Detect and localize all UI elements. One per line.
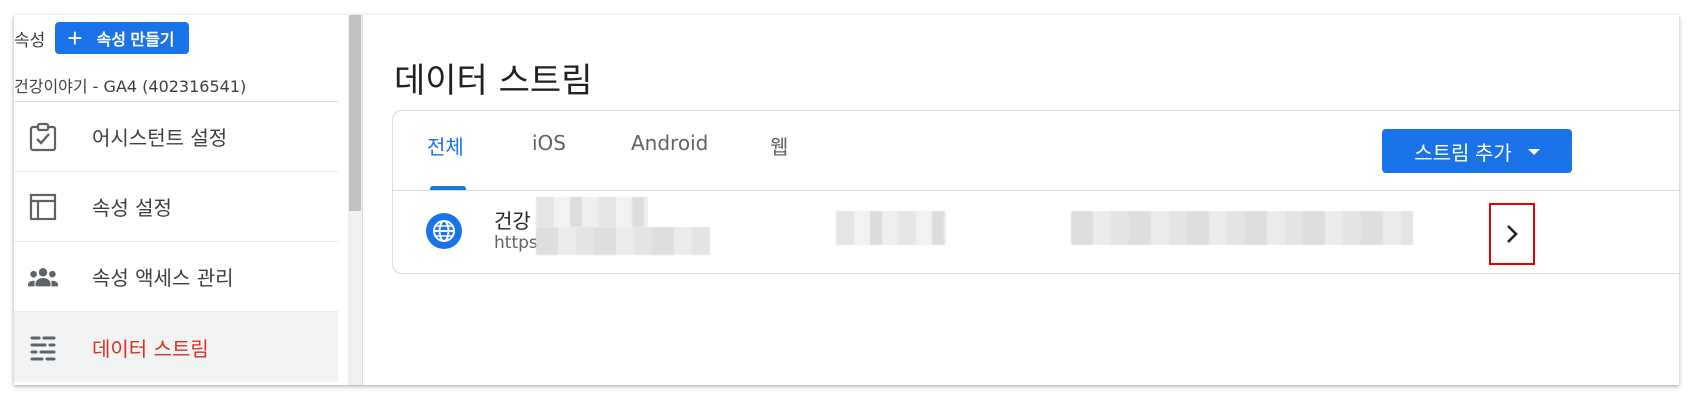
panel-scrollbar[interactable] [348,15,362,385]
redacted-name [536,197,648,227]
property-panel: 속성 + 속성 만들기 건강이야기 - GA4 (402316541) 어시스턴… [14,15,364,385]
stream-tabs: 전체 iOS Android 웹 스트림 추가 [393,111,1679,191]
property-header: 속성 + 속성 만들기 [14,22,189,54]
tab-android[interactable]: Android [631,131,708,191]
create-property-button[interactable]: + 속성 만들기 [55,22,189,54]
nav-label: 어시스턴트 설정 [92,126,228,150]
nav-label: 속성 설정 [92,196,172,220]
open-stream-button[interactable] [1489,203,1535,265]
data-stream-icon [28,332,58,362]
page-title: 데이터 스트림 [394,61,593,101]
redacted-stream-id [836,211,946,245]
nav-item-data-streams[interactable]: 데이터 스트림 [14,312,338,382]
stream-row[interactable]: 건강 https: [393,191,1679,273]
panel-divider [362,15,363,385]
redacted-url [536,227,710,255]
add-stream-label: 스트림 추가 [1414,142,1512,165]
plus-icon: + [67,23,83,53]
nav-label: 데이터 스트림 [92,336,209,361]
nav-label: 속성 액세스 관리 [92,266,234,290]
dropdown-arrow-icon [1527,149,1540,155]
layout-icon [28,192,58,222]
chevron-right-icon [1507,225,1518,243]
tab-web[interactable]: 웹 [770,131,788,191]
property-selector[interactable]: 건강이야기 - GA4 (402316541) [14,73,246,97]
analytics-admin-window: 속성 + 속성 만들기 건강이야기 - GA4 (402316541) 어시스턴… [14,15,1679,385]
add-stream-button[interactable]: 스트림 추가 [1382,129,1572,173]
nav-item-access-management[interactable]: 속성 액세스 관리 [14,242,338,312]
redacted-measurement-id [1071,211,1413,245]
stream-name: 건강 [494,209,531,233]
create-property-label: 속성 만들기 [96,32,175,49]
globe-icon [426,213,462,249]
scrollbar-thumb[interactable] [349,15,361,211]
property-label: 속성 [14,30,46,51]
tab-all[interactable]: 전체 [427,131,464,191]
tab-ios[interactable]: iOS [532,131,566,191]
people-icon [28,262,58,292]
clipboard-check-icon [28,122,58,152]
nav-item-property-settings[interactable]: 속성 설정 [14,172,338,242]
streams-card: 전체 iOS Android 웹 스트림 추가 건강 https: [392,110,1679,274]
nav-item-assistant-settings[interactable]: 어시스턴트 설정 [14,102,338,172]
property-nav: 어시스턴트 설정 속성 설정 속성 액세스 관리 데이터 스트림 [14,102,338,382]
